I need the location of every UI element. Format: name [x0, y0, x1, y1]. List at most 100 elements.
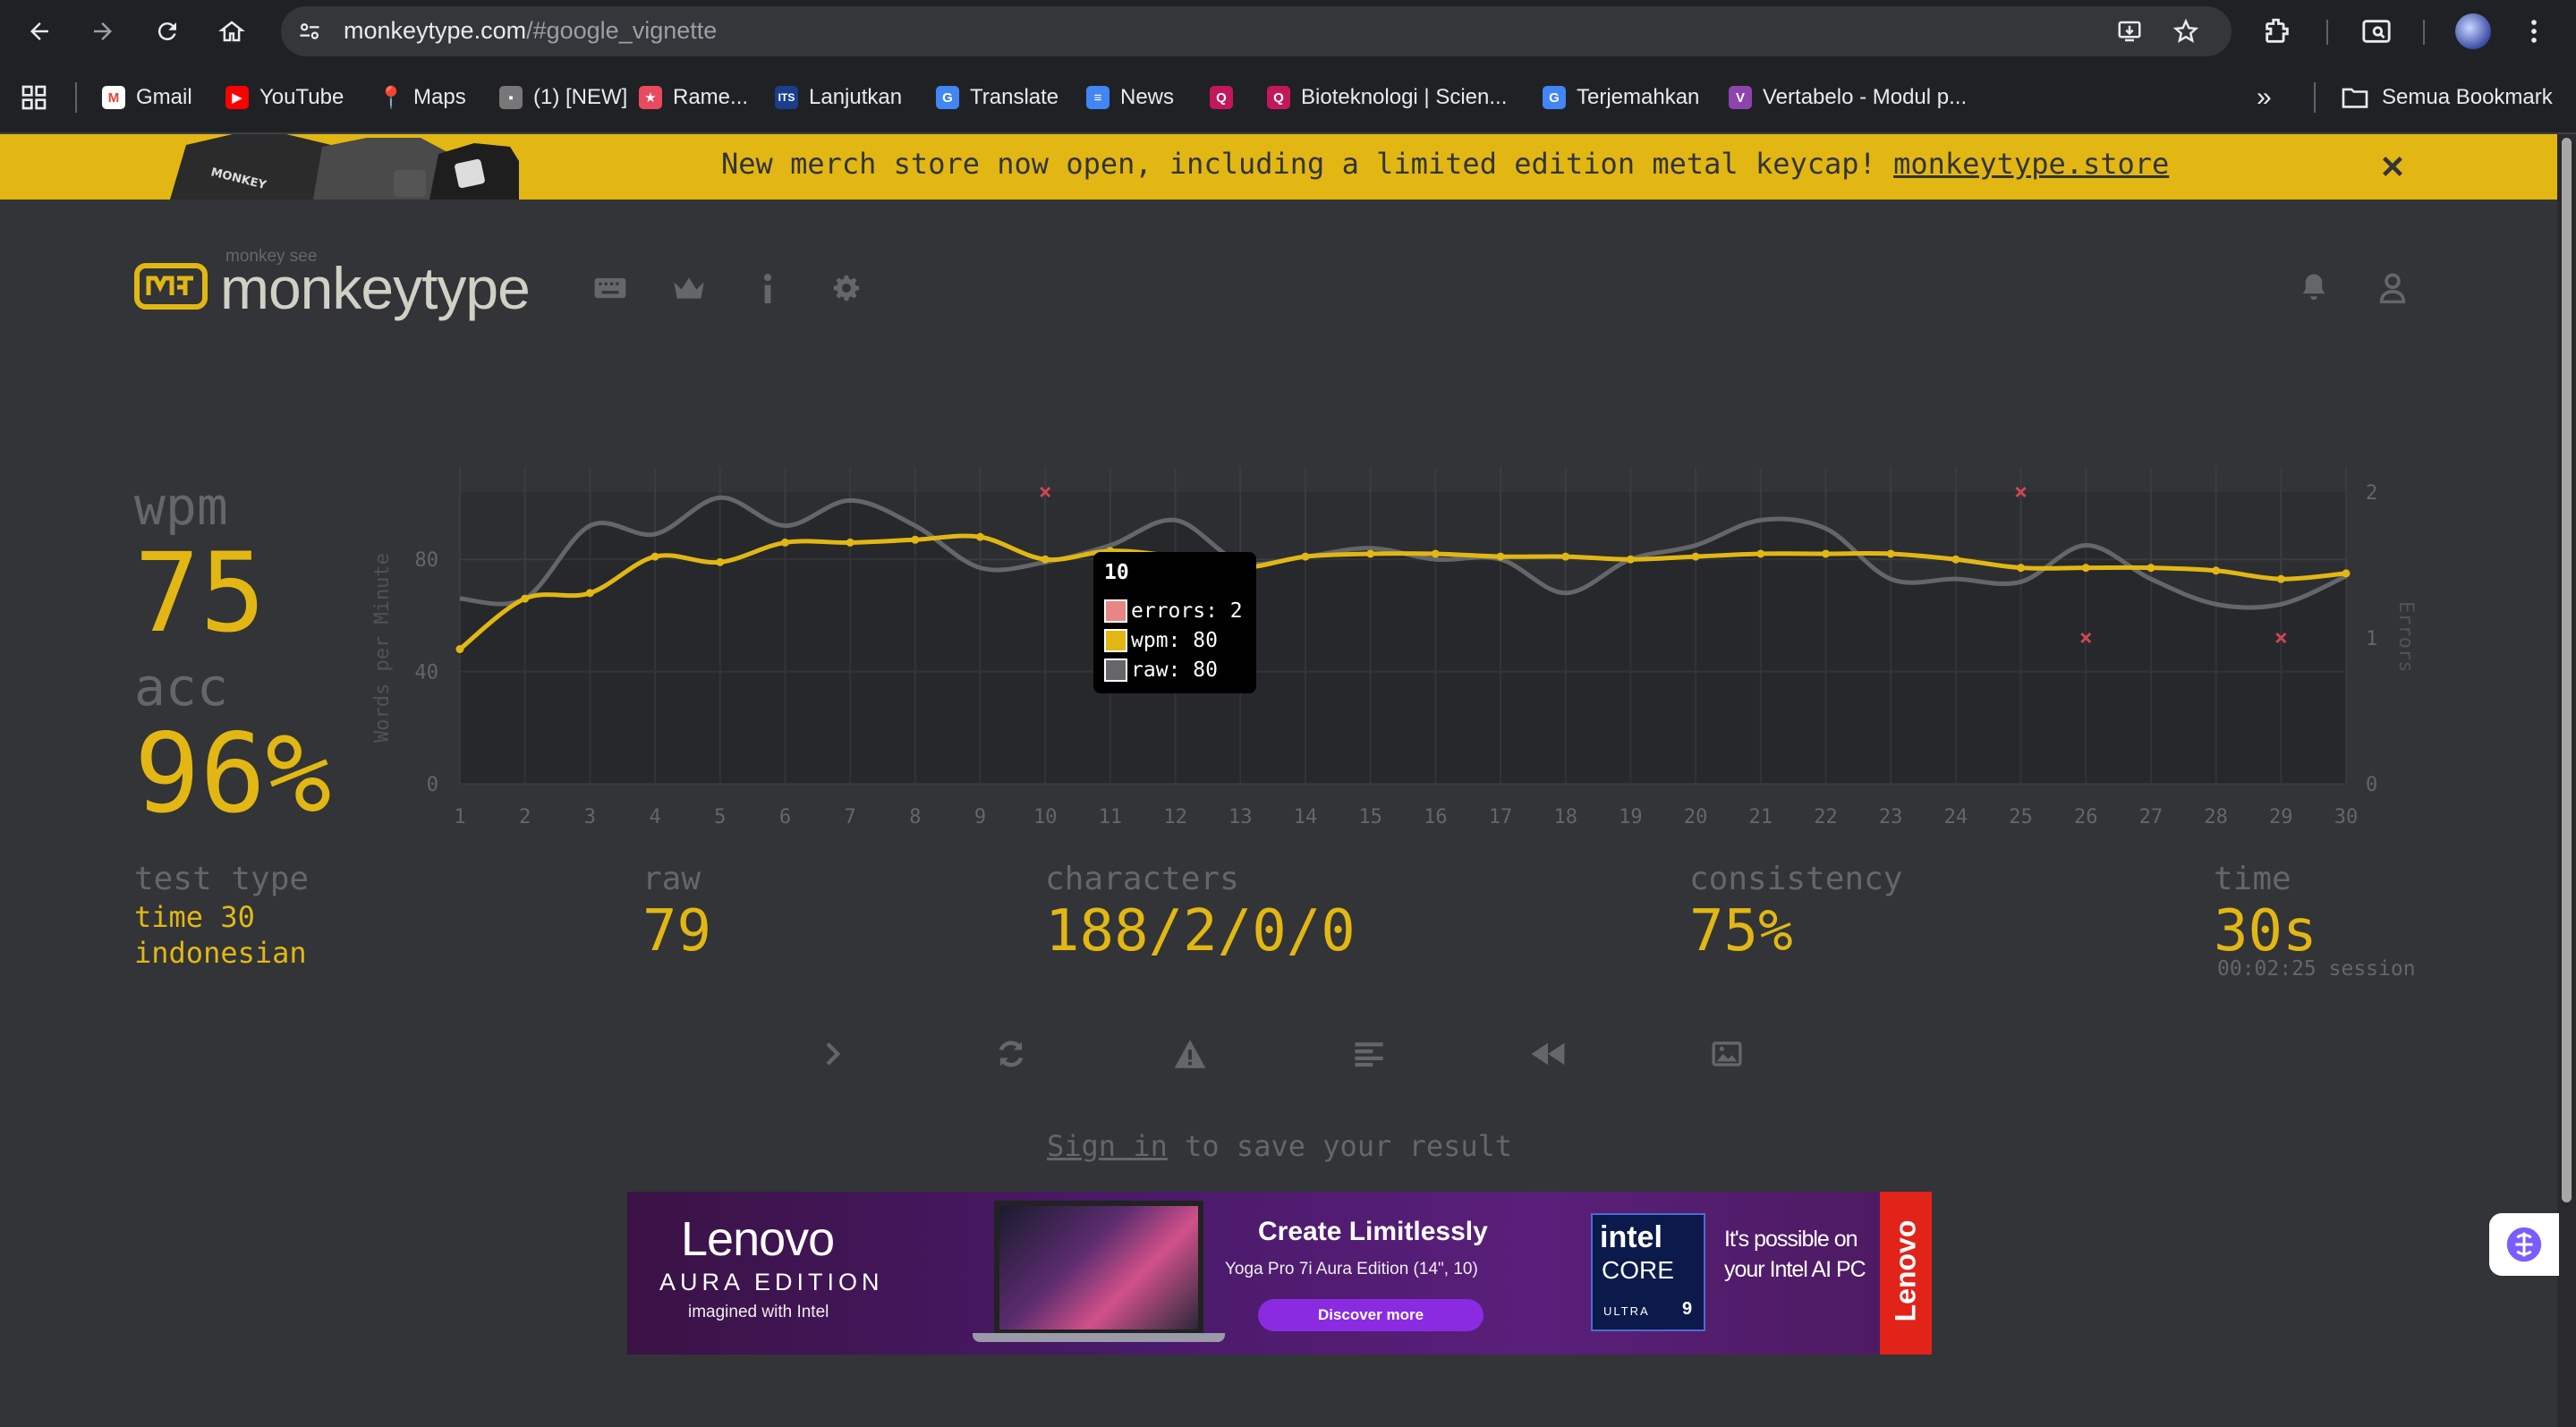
install-app-icon[interactable] [2115, 18, 2144, 45]
keyboard-logo-icon [134, 263, 208, 310]
characters-value[interactable]: 188/2/0/0 [1045, 898, 1356, 964]
more-bookmarks-button[interactable]: » [2257, 81, 2272, 115]
keyboard-icon [594, 277, 626, 299]
signin-rest-text: to save your result [1185, 1129, 1513, 1163]
bookmark-lanjutkan[interactable]: ITS Lanjutkan [775, 81, 902, 115]
raw-value[interactable]: 79 [642, 898, 711, 964]
characters-label: characters [1045, 861, 1239, 897]
y-tick-label: 0 [427, 774, 438, 796]
refresh-icon [999, 1041, 1024, 1067]
y-axis-label: Words per Minute [371, 553, 394, 743]
session-time: 00:02:25 session [2217, 957, 2416, 981]
nav-settings-button[interactable] [827, 268, 866, 308]
time-label: time [2214, 861, 2291, 897]
bookmark-gmail[interactable]: M Gmail [102, 81, 192, 115]
monkeytype-logo[interactable]: monkey see monkeytype [134, 243, 599, 324]
save-screenshot-button[interactable] [1702, 1029, 1752, 1079]
bookmark-game[interactable]: ▪ (1) [NEW] [499, 81, 627, 115]
nav-test-button[interactable] [591, 268, 630, 308]
scrollbar[interactable] [2557, 134, 2576, 1427]
x-tick-label: 11 [1099, 806, 1123, 828]
nav-about-button[interactable] [748, 268, 787, 308]
extension-bubble[interactable] [2489, 1213, 2559, 1276]
bookmark-label: (1) [NEW] [533, 85, 628, 109]
extensions-icon[interactable] [2262, 16, 2292, 47]
restart-test-button[interactable] [986, 1029, 1036, 1079]
laptop-base [973, 1333, 1225, 1342]
apps-grid-icon[interactable] [20, 83, 48, 112]
bookmark-label: YouTube [259, 85, 344, 109]
brain-icon [2506, 1227, 2542, 1262]
ad-cta-button[interactable]: Discover more [1258, 1299, 1484, 1331]
wpm-point [1431, 549, 1440, 558]
bookmark-terjemahkan[interactable]: G Terjemahkan [1543, 81, 1699, 115]
wpm-point [1496, 552, 1505, 561]
maps-icon: 📍 [378, 85, 404, 110]
wpm-point [1691, 552, 1700, 561]
bookmark-label: Maps [413, 85, 466, 109]
next-test-button[interactable] [807, 1029, 857, 1079]
info-icon [763, 274, 772, 303]
x-tick-label: 16 [1424, 806, 1448, 828]
forward-arrow-icon [94, 22, 112, 40]
bookmark-youtube[interactable]: ▶ YouTube [225, 81, 344, 115]
bookmark-label: News [1120, 85, 1175, 109]
bookmark-news[interactable]: ≡ News [1086, 81, 1174, 115]
time-value[interactable]: 30s [2214, 898, 2317, 964]
merch-store-link[interactable]: monkeytype.store [1893, 147, 2169, 181]
more-options-icon[interactable] [2525, 16, 2543, 47]
merch-banner: MONKEY New merch store now open, includi… [0, 134, 2557, 200]
lenovo-ad-banner[interactable]: Lenovo AURA EDITION imagined with Intel … [627, 1192, 1932, 1355]
notifications-button[interactable] [2294, 268, 2334, 308]
wpm-point [976, 532, 985, 541]
acc-value[interactable]: 96% [134, 716, 331, 832]
tooltip-errors-text: errors: 2 [1131, 599, 1243, 623]
merch-image[interactable]: MONKEY [134, 134, 519, 200]
back-button[interactable] [19, 11, 60, 52]
bookmark-vertabelo[interactable]: V Vertabelo - Modul p... [1729, 81, 1967, 115]
tooltip-title: 10 [1104, 561, 1129, 584]
all-bookmarks-folder[interactable]: Semua Bookmark [2341, 81, 2553, 115]
wpm-point [521, 594, 530, 603]
image-icon [1712, 1041, 1742, 1066]
x-tick-label: 2 [519, 806, 531, 828]
bookmark-label: Gmail [136, 85, 192, 109]
replay-button[interactable] [1523, 1029, 1573, 1079]
bookmark-bioteknologi[interactable]: Q Bioteknologi | Scien... [1267, 81, 1507, 115]
bookmark-label: Translate [970, 85, 1059, 109]
word-history-button[interactable] [1344, 1029, 1394, 1079]
url-host: monkeytype.com [344, 17, 527, 44]
signin-link[interactable]: Sign in [1047, 1129, 1168, 1163]
show-missed-words-button[interactable] [1165, 1029, 1215, 1079]
bookmark-divider [2314, 82, 2316, 113]
url-text: monkeytype.com/#google_vignette [344, 17, 717, 45]
profile-avatar[interactable] [2455, 13, 2491, 49]
forward-button[interactable] [82, 11, 123, 52]
x-tick-label: 15 [1358, 806, 1382, 828]
wpm-chart[interactable]: 1 2 3 4 5 6 7 8 9 10 11 12 13 14 15 16 17 18 19 20 21 22 23 24 2… [367, 465, 2452, 841]
test-type-language[interactable]: indonesian [134, 936, 307, 970]
bookmark-quillbot[interactable]: Q [1210, 81, 1244, 115]
tab-search-icon[interactable] [2360, 16, 2393, 47]
bookmark-rame[interactable]: ★ Rame... [639, 81, 748, 115]
bookmark-label: Lanjutkan [809, 85, 903, 109]
wpm-value[interactable]: 75 [134, 535, 266, 651]
bookmark-translate[interactable]: G Translate [936, 81, 1058, 115]
reload-button[interactable] [147, 11, 188, 52]
nav-leaderboards-button[interactable] [669, 268, 709, 308]
account-button[interactable] [2373, 268, 2412, 308]
home-button[interactable] [211, 11, 252, 52]
wpm-point [455, 645, 464, 654]
banner-close-icon[interactable] [2380, 154, 2405, 179]
warning-icon [1174, 1040, 1206, 1068]
bookmark-maps[interactable]: 📍 Maps [378, 81, 466, 115]
test-type-mode[interactable]: time 30 [134, 900, 255, 934]
scrollbar-thumb[interactable] [2562, 138, 2572, 1202]
translate-icon: G [1543, 86, 1566, 109]
errors-swatch [1104, 599, 1127, 623]
bookmark-label: Vertabelo - Modul p... [1763, 85, 1968, 109]
x-tick-label: 5 [714, 806, 726, 828]
address-bar[interactable]: monkeytype.com/#google_vignette [281, 6, 2232, 56]
consistency-value[interactable]: 75% [1689, 898, 1793, 964]
bookmark-star-icon[interactable] [2172, 18, 2199, 45]
